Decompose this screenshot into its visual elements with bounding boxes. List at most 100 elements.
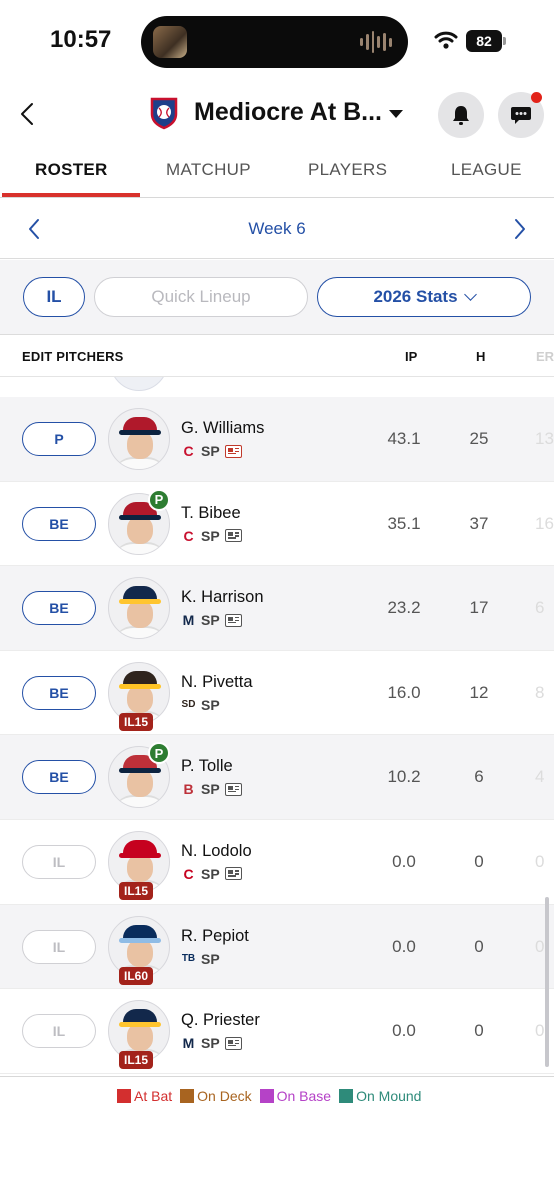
- stats-period-select[interactable]: 2026 Stats: [317, 277, 531, 317]
- stat-h: 12: [469, 682, 489, 702]
- quick-lineup-button[interactable]: Quick Lineup: [94, 277, 308, 317]
- stat-ip: 0.0: [392, 1021, 416, 1041]
- tab-league[interactable]: LEAGUE: [451, 160, 522, 180]
- table-row[interactable]: IL IL15 Q. Priester M SP 0.0 0 0: [0, 989, 554, 1074]
- lineup-slot-button[interactable]: IL: [22, 929, 96, 964]
- lineup-slot-button[interactable]: BE: [22, 760, 96, 795]
- edit-pitchers-title[interactable]: EDIT PITCHERS: [22, 349, 124, 364]
- chat-icon: [511, 107, 531, 124]
- player-name[interactable]: K. Harrison: [181, 588, 264, 607]
- player-position: SP: [201, 443, 220, 459]
- table-row[interactable]: BE K. Harrison M SP 23.2 17 6: [0, 566, 554, 651]
- column-ip[interactable]: IP: [405, 349, 417, 364]
- player-name[interactable]: T. Bibee: [181, 504, 241, 523]
- player-position: SP: [201, 527, 220, 544]
- player-name[interactable]: Q. Priester: [181, 1011, 260, 1030]
- legend-items: At Bat On Deck On Base On Mound: [117, 1088, 421, 1104]
- stat-er: 0: [535, 851, 545, 871]
- team-switcher-caret-icon[interactable]: [389, 110, 403, 118]
- table-row[interactable]: IL IL15 N. Lodolo C SP 0.0 0 0: [0, 820, 554, 905]
- week-label[interactable]: Week 6: [0, 219, 554, 239]
- lineup-slot-button[interactable]: BE: [22, 506, 96, 541]
- tab-matchup[interactable]: MATCHUP: [166, 160, 251, 180]
- player-position: SP: [201, 612, 220, 629]
- player-name[interactable]: N. Pivetta: [181, 673, 253, 692]
- stat-ip: 10.2: [387, 767, 421, 787]
- table-row[interactable]: BE P T. Bibee C SP 35.1 37 16: [0, 482, 554, 567]
- news-icon[interactable]: [224, 444, 242, 458]
- scrollbar[interactable]: [545, 897, 549, 1067]
- team-logo-icon[interactable]: [149, 96, 179, 130]
- news-icon[interactable]: [224, 867, 242, 881]
- news-icon[interactable]: [224, 782, 242, 796]
- face: [127, 1023, 153, 1052]
- dynamic-island[interactable]: [141, 16, 408, 68]
- injury-badge: IL60: [119, 966, 154, 985]
- player-headshot[interactable]: [108, 408, 170, 470]
- team-logo-icon: C: [183, 527, 194, 544]
- tab-players[interactable]: PLAYERS: [308, 160, 387, 180]
- injury-badge: IL15: [119, 881, 154, 900]
- table-row[interactable]: BE IL15 N. Pivetta SD SP 16.0 12 8: [0, 651, 554, 736]
- tab-roster[interactable]: ROSTER: [35, 160, 108, 180]
- chevron-down-icon: [463, 288, 477, 301]
- jersey: [113, 626, 167, 639]
- team-logo-icon: M: [182, 1035, 195, 1052]
- injury-badge: IL15: [119, 1051, 154, 1070]
- lineup-slot-button[interactable]: BE: [22, 675, 96, 710]
- cap-bill: [119, 430, 161, 435]
- legend-label: On Mound: [356, 1088, 422, 1104]
- legend-swatch: [259, 1089, 274, 1103]
- pitchers-list: P G. Williams C SP 43.1 25 13 BE P T. Bibee C SP 35.…: [0, 397, 554, 1074]
- lineup-slot-button[interactable]: BE: [22, 591, 96, 626]
- news-icon[interactable]: [224, 529, 242, 543]
- legend-label: At Bat: [134, 1088, 173, 1104]
- notification-dot: [531, 92, 542, 103]
- column-h[interactable]: H: [476, 349, 485, 364]
- legend-item: On Base: [259, 1088, 332, 1104]
- filter-bar: IL Quick Lineup 2026 Stats: [0, 260, 554, 335]
- news-icon[interactable]: [224, 613, 242, 627]
- player-position: SP: [201, 781, 220, 798]
- face: [127, 938, 153, 967]
- cap-bill: [119, 937, 161, 943]
- face: [127, 769, 153, 798]
- table-row[interactable]: BE P P. Tolle B SP 10.2 6 4: [0, 735, 554, 820]
- now-playing-artwork: [153, 26, 187, 58]
- next-week-button[interactable]: [508, 215, 532, 243]
- back-button[interactable]: [14, 98, 40, 130]
- messages-button[interactable]: [498, 92, 544, 138]
- table-row[interactable]: IL IL60 R. Pepiot TB SP 0.0 0 0: [0, 904, 554, 990]
- stat-ip: 0.0: [392, 936, 416, 956]
- player-headshot[interactable]: [108, 577, 170, 640]
- lineup-slot-button[interactable]: P: [22, 422, 96, 456]
- stat-er: 16: [535, 513, 554, 533]
- lineup-slot-button[interactable]: IL: [22, 1014, 96, 1049]
- cap-bill: [119, 514, 161, 520]
- lineup-slot-button[interactable]: IL: [22, 844, 96, 879]
- legend-swatch: [180, 1089, 195, 1103]
- il-filter-button[interactable]: IL: [23, 277, 85, 317]
- player-name[interactable]: P. Tolle: [181, 757, 233, 776]
- notifications-button[interactable]: [438, 92, 484, 138]
- stat-er: 8: [535, 682, 545, 702]
- stat-ip: 43.1: [387, 429, 421, 448]
- player-name[interactable]: G. Williams: [181, 419, 264, 438]
- player-meta: M SP: [181, 1034, 242, 1052]
- stat-er: 0: [535, 936, 545, 956]
- team-logo-icon: B: [183, 781, 194, 798]
- news-icon[interactable]: [224, 1036, 242, 1050]
- player-position: SP: [201, 696, 220, 713]
- player-headshot: [110, 377, 168, 391]
- table-row[interactable]: P G. Williams C SP 43.1 25 13: [0, 397, 554, 482]
- legend-label: On Base: [276, 1088, 332, 1104]
- column-er[interactable]: ER: [536, 349, 554, 364]
- cap-bill: [119, 852, 161, 858]
- player-name[interactable]: N. Lodolo: [181, 842, 252, 861]
- player-name[interactable]: R. Pepiot: [181, 927, 249, 946]
- team-name[interactable]: Mediocre At B...: [194, 98, 382, 127]
- table-header: EDIT PITCHERS IP H ER: [0, 336, 554, 377]
- stat-er: 0: [535, 1021, 545, 1041]
- stats-period-label: 2026 Stats: [373, 287, 458, 306]
- legend-item: On Mound: [339, 1088, 421, 1104]
